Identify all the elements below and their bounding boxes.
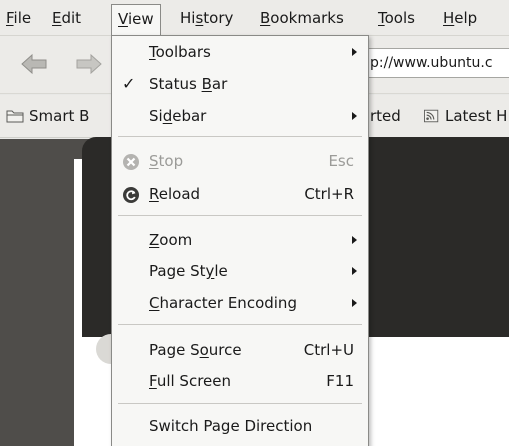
shortcut-label: F11 xyxy=(326,372,354,390)
menu-item-full-screen[interactable]: Full Screen F11 xyxy=(112,368,368,396)
menu-file[interactable]: File xyxy=(6,8,31,30)
menubar: File Edit View History Bookmarks Tools H… xyxy=(0,0,509,36)
checkmark-icon: ✓ xyxy=(122,74,136,93)
menu-separator xyxy=(118,403,362,404)
submenu-arrow-icon xyxy=(352,267,357,275)
menu-history[interactable]: History xyxy=(180,8,233,30)
menu-item-switch-page-direction[interactable]: Switch Page Direction xyxy=(112,413,368,441)
url-field[interactable]: p://www.ubuntu.c xyxy=(365,48,509,78)
submenu-arrow-icon xyxy=(352,112,357,120)
menu-item-page-source[interactable]: Page Source Ctrl+U xyxy=(112,337,368,365)
page-hero-title: tu 8.04 l xyxy=(368,344,495,382)
reload-icon xyxy=(123,187,139,203)
menu-separator xyxy=(118,215,362,216)
submenu-arrow-icon xyxy=(352,48,357,56)
back-button[interactable] xyxy=(19,51,49,77)
submenu-arrow-icon xyxy=(352,236,357,244)
forward-button[interactable] xyxy=(74,51,104,77)
shortcut-label: Ctrl+U xyxy=(303,341,354,359)
menu-item-toolbars[interactable]: Toolbars xyxy=(112,39,368,67)
menu-item-sidebar[interactable]: Sidebar xyxy=(112,103,368,131)
forward-arrow-icon xyxy=(76,53,102,75)
back-arrow-icon xyxy=(21,53,47,75)
menu-tools[interactable]: Tools xyxy=(378,8,415,30)
menu-edit[interactable]: Edit xyxy=(52,8,81,30)
bookmark-getting-started[interactable]: rted xyxy=(370,106,401,128)
menu-item-reload[interactable]: Reload Ctrl+R xyxy=(112,181,368,209)
stop-icon xyxy=(123,154,139,170)
view-menu-dropdown: Toolbars ✓ Status Bar Sidebar Stop Esc R… xyxy=(111,35,369,446)
menu-separator xyxy=(118,324,362,325)
menu-item-stop[interactable]: Stop Esc xyxy=(112,148,368,176)
bookmark-latest-headlines[interactable]: Latest H xyxy=(424,106,507,128)
menu-separator xyxy=(118,136,362,137)
menu-item-page-style[interactable]: Page Style xyxy=(112,258,368,286)
page-hero-line: th easy un xyxy=(366,385,477,412)
shortcut-label: Esc xyxy=(328,152,354,170)
menu-help[interactable]: Help xyxy=(443,8,477,30)
menu-item-zoom[interactable]: Zoom xyxy=(112,227,368,255)
rss-feed-icon xyxy=(424,109,439,123)
page-hero-line: at you'll ne xyxy=(366,418,480,445)
menu-bookmarks[interactable]: Bookmarks xyxy=(260,8,344,30)
bookmark-smart-bookmarks[interactable]: Smart B xyxy=(6,106,89,128)
menu-item-character-encoding[interactable]: Character Encoding xyxy=(112,290,368,318)
folder-icon xyxy=(6,110,24,123)
shortcut-label: Ctrl+R xyxy=(304,185,354,203)
menu-item-status-bar[interactable]: ✓ Status Bar xyxy=(112,71,368,99)
menu-view[interactable]: View xyxy=(111,4,161,36)
submenu-arrow-icon xyxy=(352,299,357,307)
